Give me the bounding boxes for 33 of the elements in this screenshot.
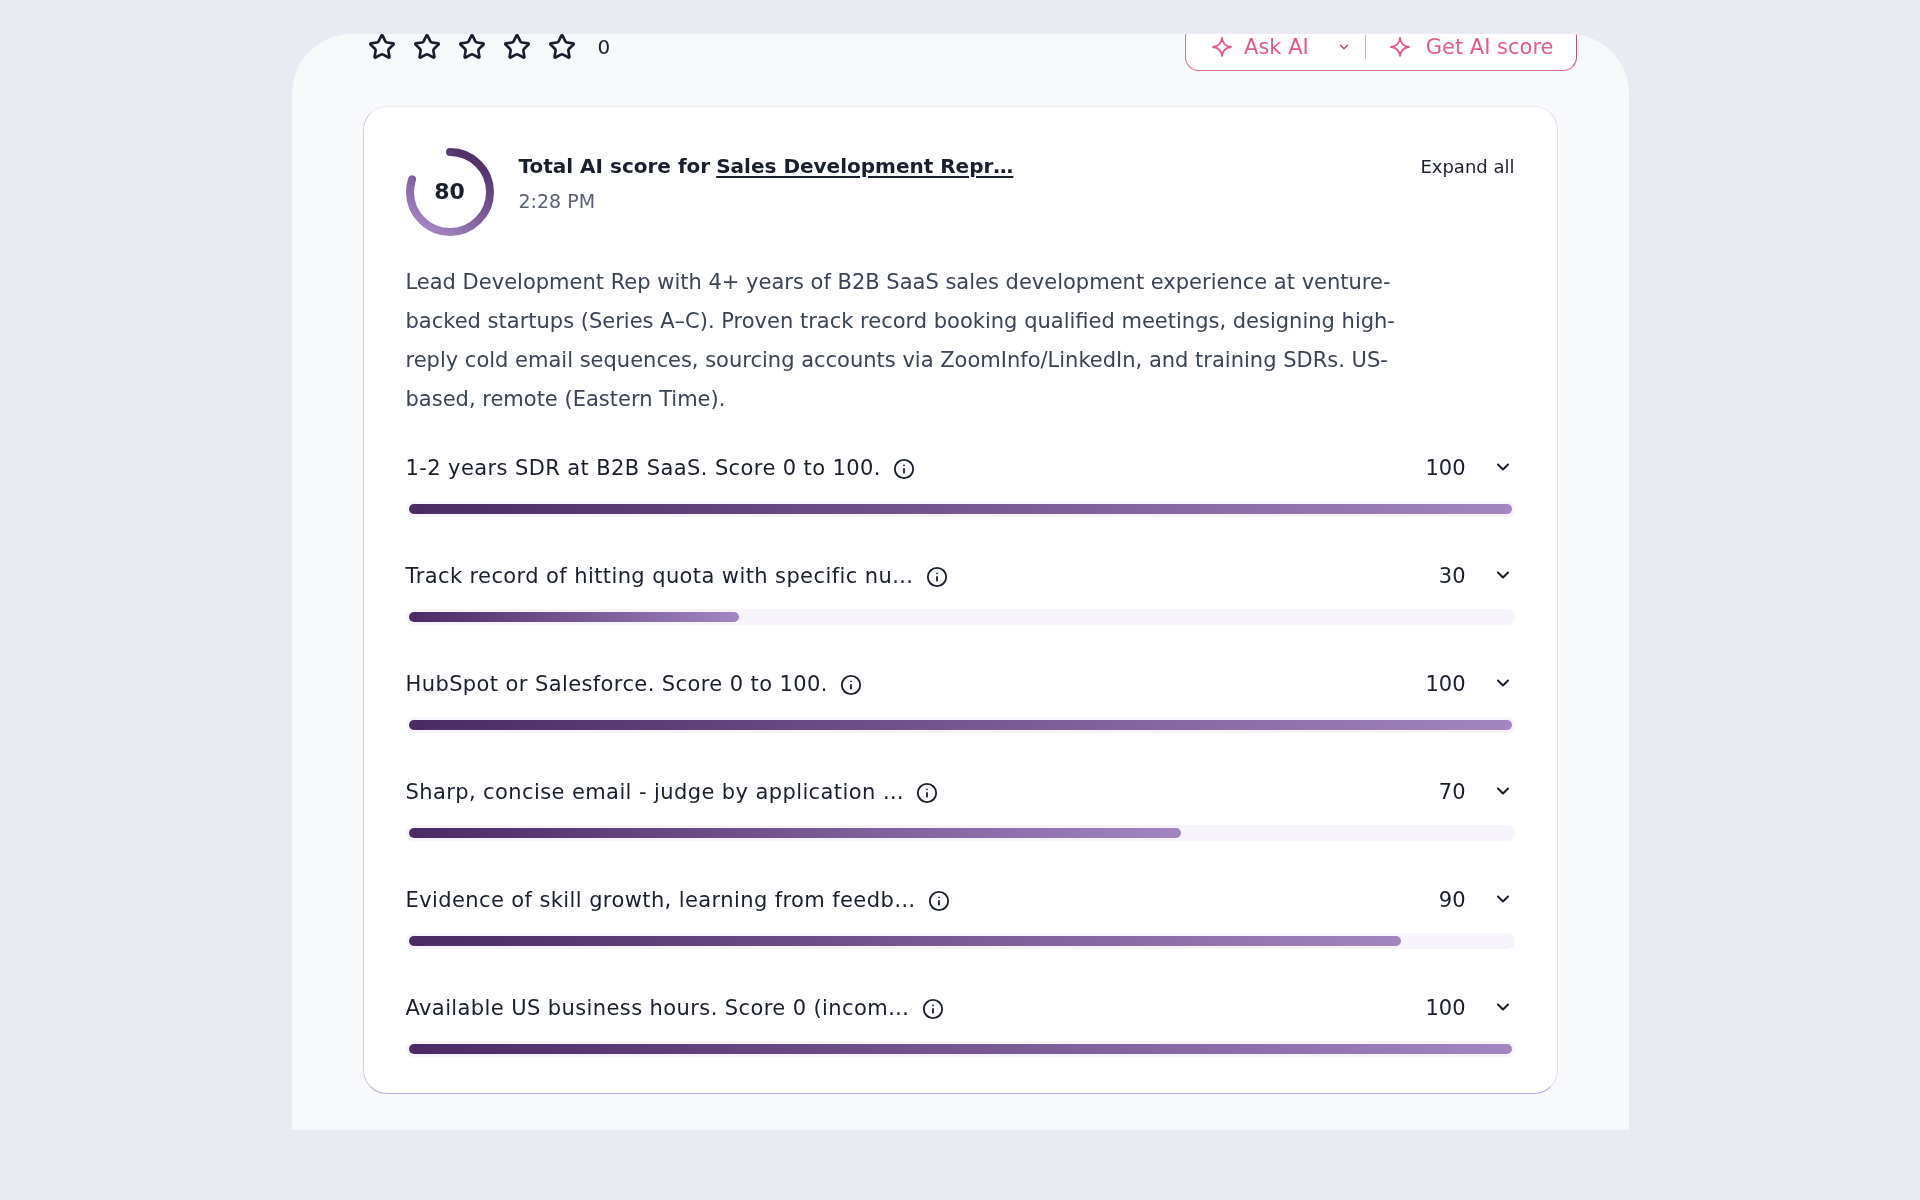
star-icon[interactable] <box>412 34 441 61</box>
info-icon[interactable] <box>927 890 950 912</box>
candidate-summary: Lead Development Rep with 4+ years of B2B SaaS sales development experience at venture-backed startups (Series A–C). Proven track record booking qualified meetings, designing high-reply cold email sequences, sourcing accounts via ZoomInfo/LinkedIn, and training SDRs. US-based, remote (Eastern Time). <box>405 269 1396 413</box>
criterion-score: 100 <box>1425 995 1466 1023</box>
info-icon[interactable] <box>921 998 944 1020</box>
criterion-score: 100 <box>1425 455 1466 483</box>
criterion-score: 70 <box>1438 779 1466 807</box>
criterion-label: HubSpot or Salesforce. Score 0 to 100. <box>405 671 828 699</box>
info-icon[interactable] <box>892 458 915 480</box>
criterion-label: Sharp, concise email - judge by application … <box>405 779 905 807</box>
star-icon[interactable] <box>547 34 576 61</box>
criterion-score: 100 <box>1425 671 1466 699</box>
criterion-label: Evidence of skill growth, learning from feedb… <box>405 887 916 915</box>
star-icon[interactable] <box>367 34 396 61</box>
info-icon[interactable] <box>839 674 862 696</box>
star-rating[interactable] <box>367 34 576 61</box>
star-icon[interactable] <box>457 34 486 61</box>
criterion-label: Track record of hitting quota with specific nu… <box>405 563 914 591</box>
info-icon[interactable] <box>925 566 948 588</box>
sparkle-icon <box>1212 37 1233 57</box>
expand-all-button[interactable]: Expand all <box>1420 152 1515 180</box>
total-score: 80 <box>434 181 465 203</box>
criterion-label: 1-2 years SDR at B2B SaaS. Score 0 to 100. <box>405 455 881 483</box>
sparkle-icon <box>1389 37 1410 57</box>
criterion-score: 90 <box>1438 887 1466 915</box>
star-icon[interactable] <box>502 34 531 61</box>
rating-count: 0 <box>597 37 611 57</box>
score-time: 2:28 PM <box>518 189 597 214</box>
job-link[interactable]: Sales Development Repr… <box>716 151 1014 181</box>
criterion-label: Available US business hours. Score 0 (incom… <box>405 995 910 1023</box>
info-icon[interactable] <box>916 782 939 804</box>
score-title: Total AI score for <box>518 153 711 180</box>
criterion-score: 30 <box>1438 563 1466 591</box>
